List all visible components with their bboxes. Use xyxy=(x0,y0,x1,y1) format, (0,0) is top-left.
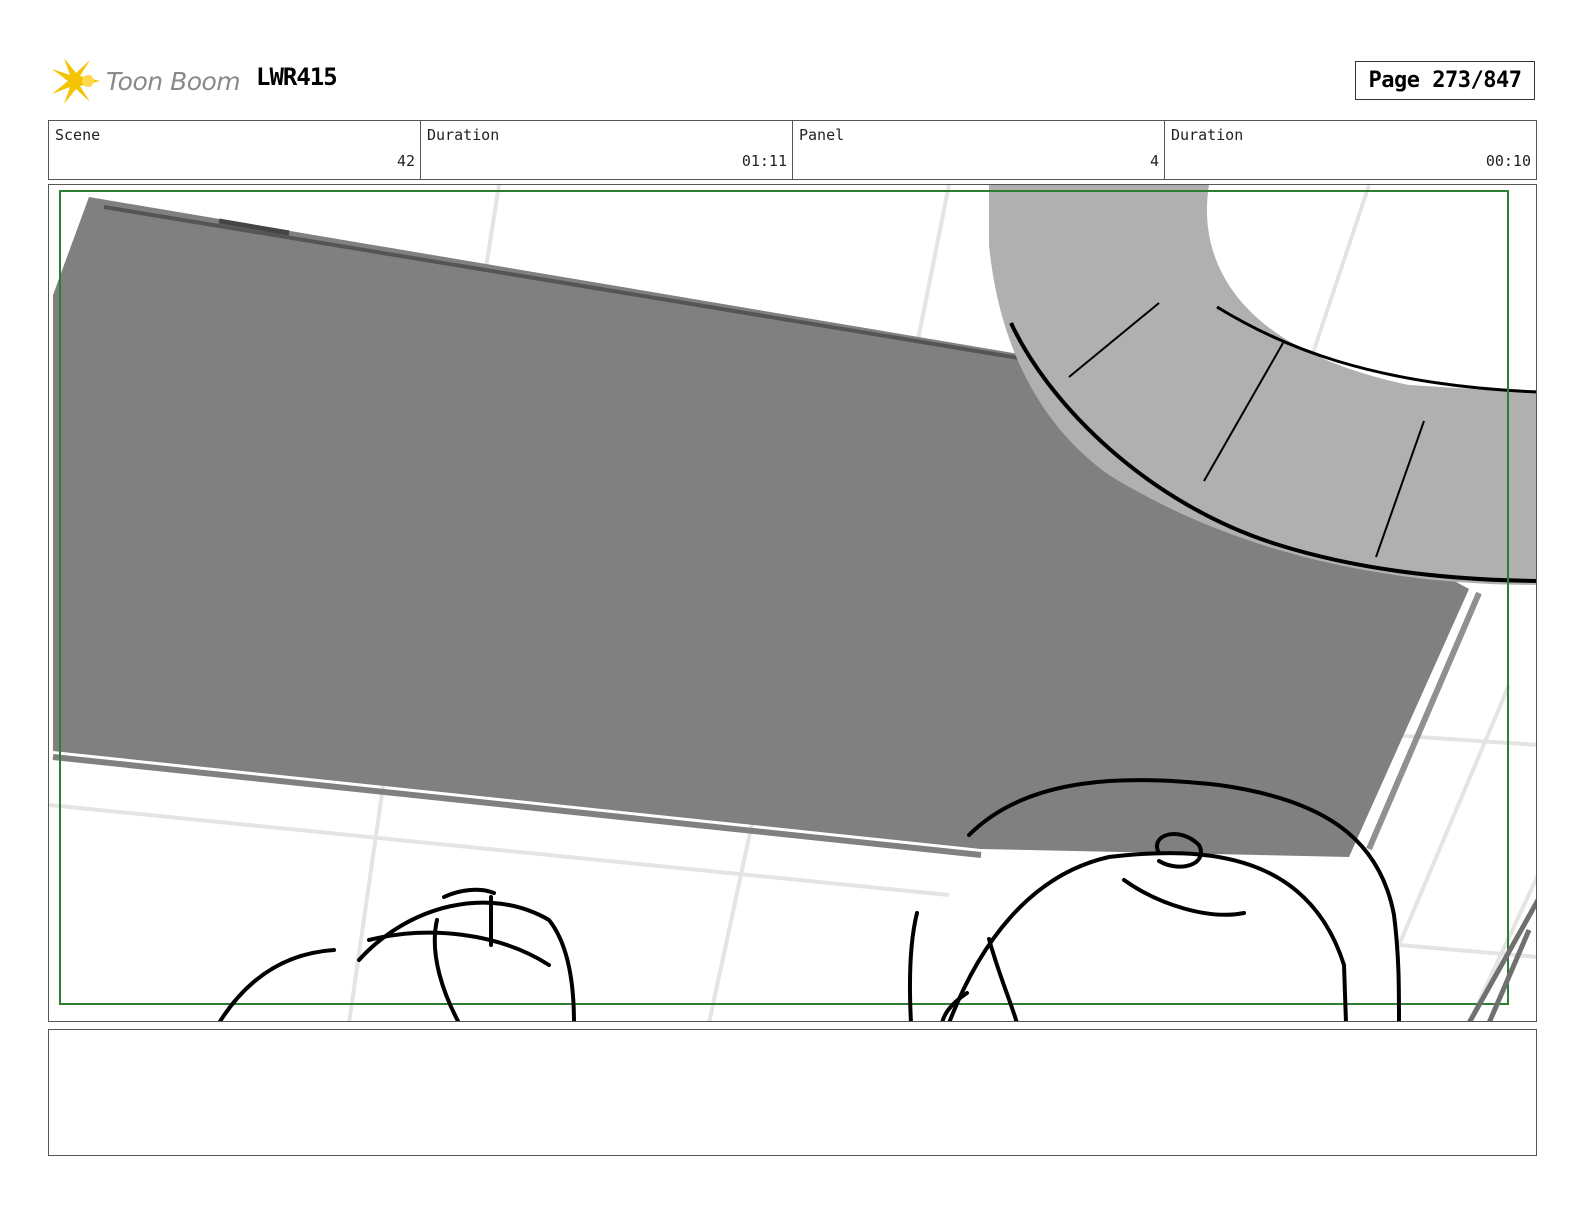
storyboard-panel xyxy=(48,184,1537,1022)
scene-duration-cell: Duration 01:11 xyxy=(421,121,793,179)
scene-duration-label: Duration xyxy=(427,126,500,144)
toon-boom-logo: Toon Boom xyxy=(52,56,241,106)
panel-duration-value: 00:10 xyxy=(1485,152,1531,170)
project-code: LWR415 xyxy=(256,63,338,91)
panel-label: Panel xyxy=(799,126,845,144)
scene-duration-value: 01:11 xyxy=(741,152,787,170)
panel-drawing xyxy=(49,185,1536,1021)
scene-label: Scene xyxy=(55,126,101,144)
panel-value: 4 xyxy=(1149,152,1159,170)
panel-cell: Panel 4 xyxy=(793,121,1165,179)
panel-duration-label: Duration xyxy=(1171,126,1244,144)
scene-cell: Scene 42 xyxy=(49,121,421,179)
logo-text: Toon Boom xyxy=(106,66,241,96)
scene-value: 42 xyxy=(396,152,415,170)
info-bar: Scene 42 Duration 01:11 Panel 4 Duration… xyxy=(48,120,1537,180)
notes-box xyxy=(48,1029,1537,1156)
panel-duration-cell: Duration 00:10 xyxy=(1165,121,1536,179)
page-number: Page 273/847 xyxy=(1355,61,1535,100)
toon-boom-star-icon xyxy=(52,58,100,104)
